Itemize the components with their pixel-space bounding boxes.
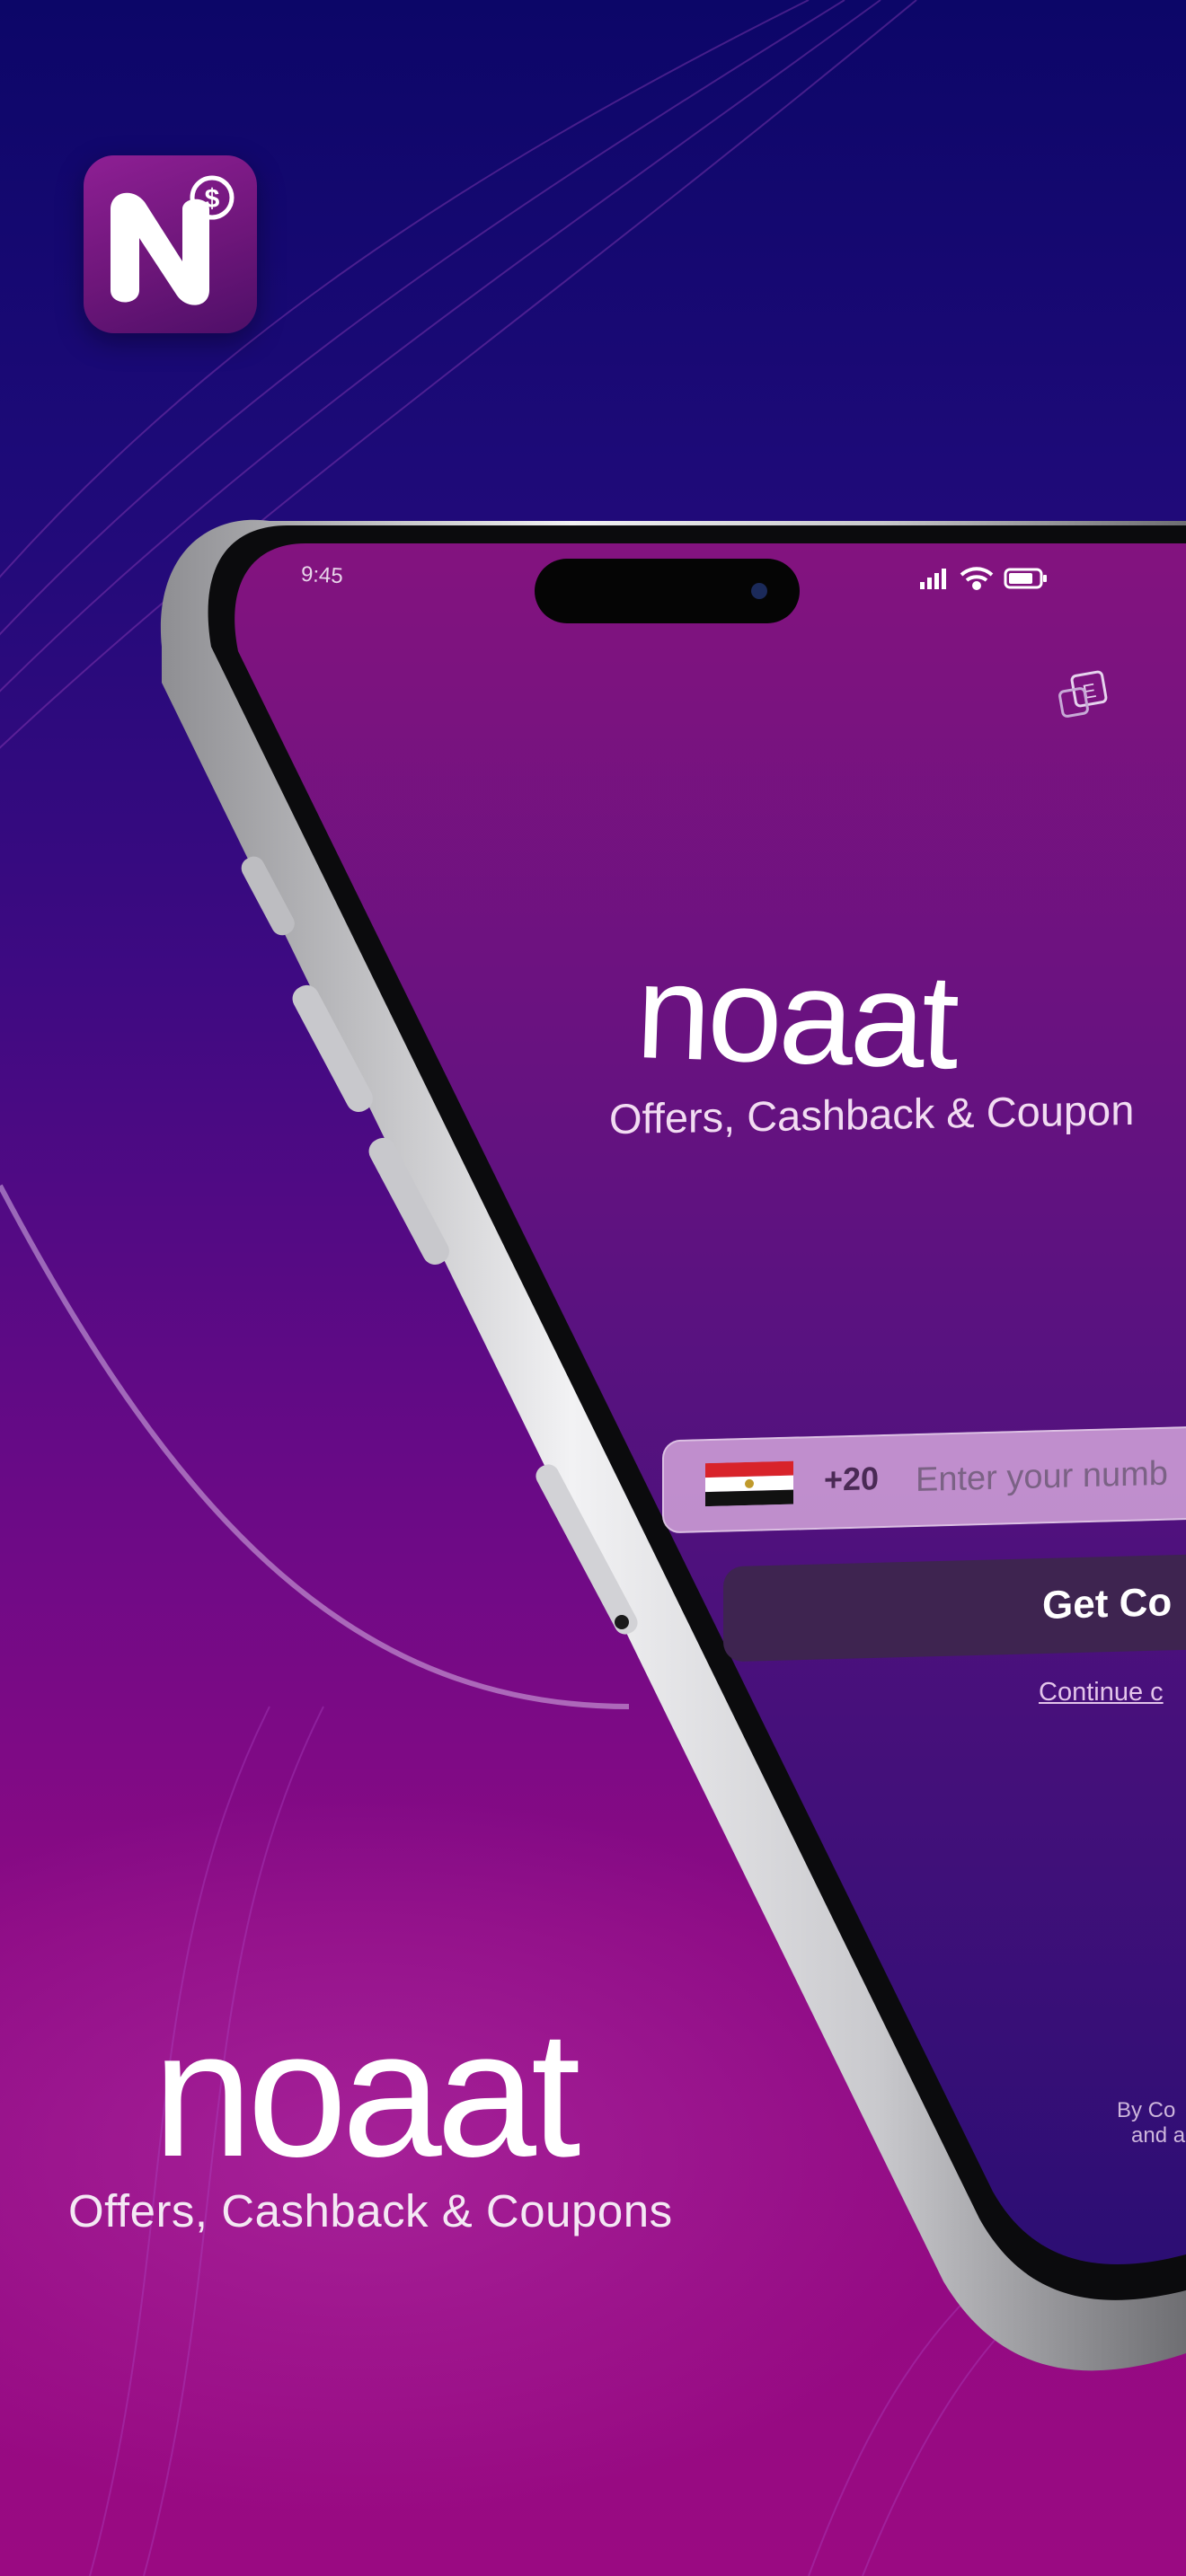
phone-number-input[interactable] <box>914 1446 1186 1506</box>
country-code[interactable]: +20 <box>824 1460 879 1499</box>
language-toggle-icon[interactable]: E <box>1056 670 1111 724</box>
continue-as-guest-link[interactable]: Continue c <box>1039 1678 1164 1707</box>
signal-icon <box>920 569 946 589</box>
brand-tagline: Offers, Cashback & Coupons <box>68 2185 673 2236</box>
screen-logo: noaat <box>636 959 961 1085</box>
screen-logo-text: noaat <box>636 959 961 1085</box>
screen-tagline: Offers, Cashback & Coupon <box>609 1085 1135 1143</box>
wifi-icon <box>960 567 994 590</box>
get-code-button[interactable]: Get Co <box>723 1553 1186 1663</box>
phone-number-field[interactable]: +20 <box>662 1425 1186 1534</box>
egypt-flag-icon <box>705 1460 793 1507</box>
terms-line-1: By Co <box>1117 2098 1176 2122</box>
status-icons <box>920 567 1047 590</box>
status-time: 9:45 <box>300 561 344 589</box>
battery-icon <box>1004 568 1047 589</box>
brand-logo-text: noaat <box>153 2030 580 2174</box>
terms-line-2: and a <box>1131 2123 1186 2148</box>
brand-logo: noaat <box>153 2030 584 2174</box>
terms-text: By Co and a <box>1117 2098 1185 2148</box>
